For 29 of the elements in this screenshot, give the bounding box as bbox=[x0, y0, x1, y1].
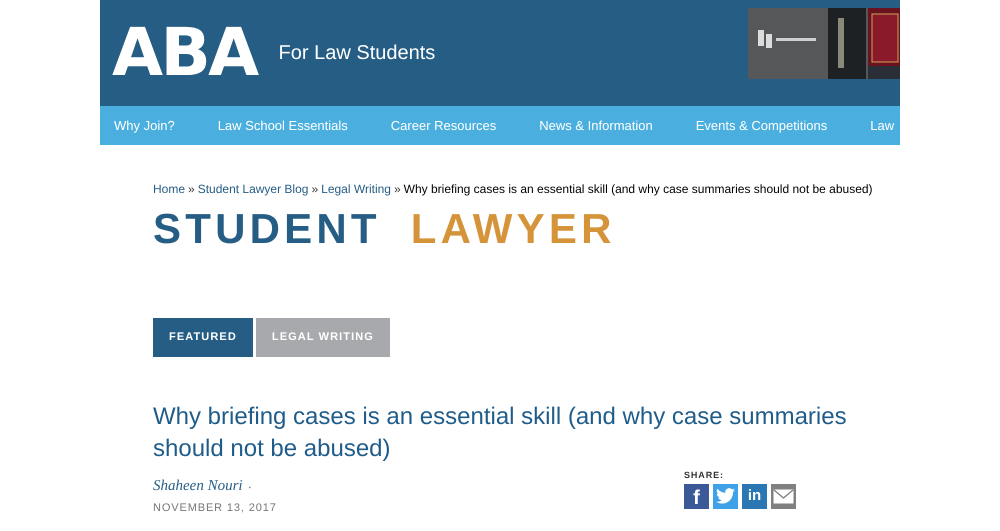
author-name[interactable]: Shaheen Nouri bbox=[153, 475, 243, 498]
breadcrumb-separator: » bbox=[394, 181, 401, 198]
share-label: SHARE: bbox=[684, 469, 725, 482]
nav-link[interactable]: Career Resources bbox=[390, 116, 496, 136]
article-headline: Why briefing cases is an essential skill (and why case summaries should not be abused) bbox=[153, 402, 848, 464]
nav-link[interactable]: Why Join? bbox=[114, 116, 175, 136]
nav-link[interactable]: Law bbox=[870, 116, 894, 136]
site-title: For Law Students bbox=[278, 41, 436, 66]
site-logo[interactable]: ABA bbox=[112, 20, 257, 86]
separator: · bbox=[248, 478, 252, 496]
bird-icon bbox=[716, 488, 735, 504]
breadcrumb-separator: » bbox=[188, 181, 195, 198]
share-button[interactable] bbox=[713, 484, 738, 508]
nav-link[interactable]: News & Information bbox=[539, 116, 653, 136]
breadcrumb-separator: » bbox=[311, 181, 318, 198]
share-button[interactable] bbox=[771, 484, 796, 508]
share-button[interactable]: f bbox=[684, 484, 709, 508]
envelope-icon bbox=[773, 488, 794, 504]
publish-date: NOVEMBER 13, 2017 bbox=[153, 500, 277, 516]
masthead-word: STUDENT bbox=[153, 208, 381, 250]
breadcrumb-current: Why briefing cases is an essential skill (and why case summaries should not be abused) bbox=[404, 181, 873, 198]
breadcrumb-link[interactable]: Home bbox=[153, 180, 186, 198]
breadcrumb-link[interactable]: Student Lawyer Blog bbox=[198, 180, 308, 198]
share-button[interactable]: in bbox=[742, 484, 767, 508]
nav-link[interactable]: Law School Essentials bbox=[218, 116, 348, 136]
masthead-word: LAWYER bbox=[410, 208, 616, 250]
nav-link[interactable]: Events & Competitions bbox=[696, 116, 828, 136]
category-tag[interactable]: FEATURED bbox=[153, 318, 253, 357]
breadcrumb-link[interactable]: Legal Writing bbox=[321, 180, 391, 198]
